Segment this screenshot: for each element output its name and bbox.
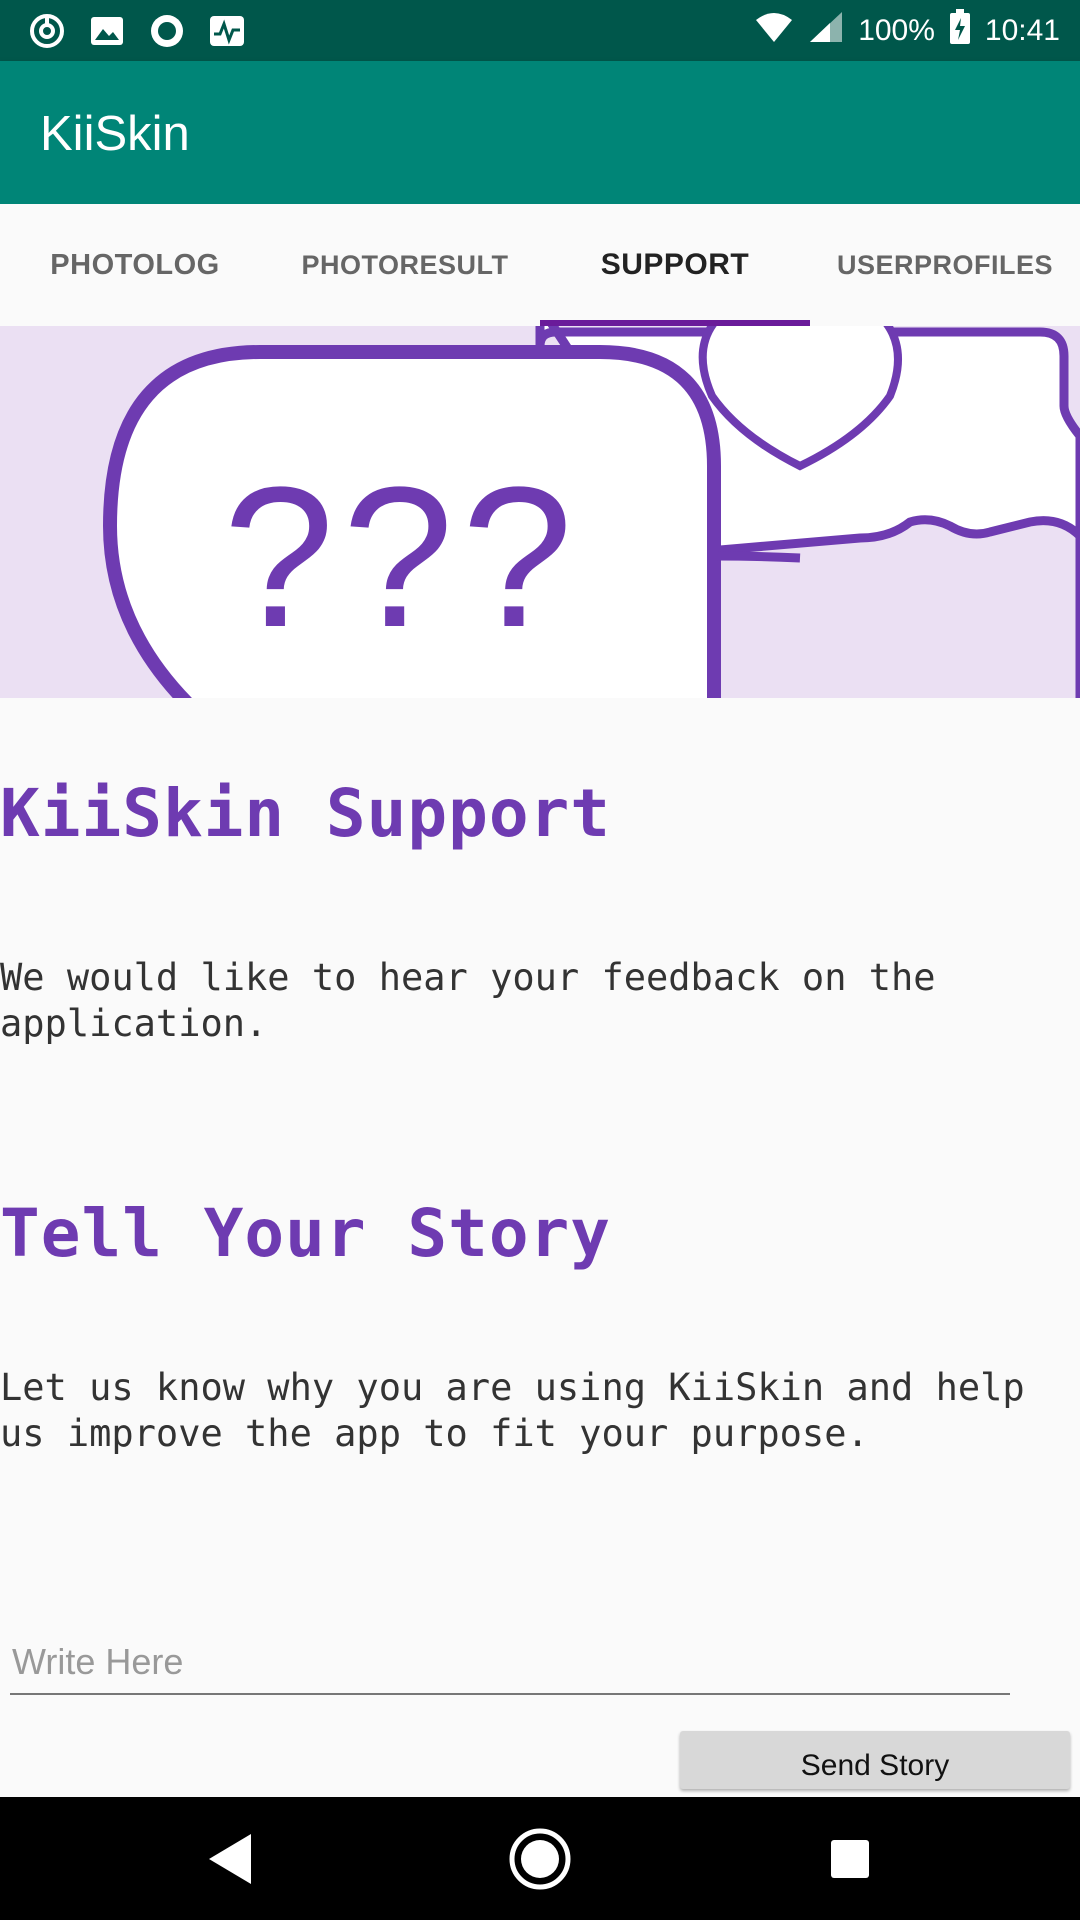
- activity-icon: [208, 12, 246, 50]
- send-story-button[interactable]: Send Story: [680, 1731, 1070, 1789]
- tab-photolog[interactable]: PHOTOLOG: [0, 204, 270, 326]
- story-title: Tell Your Story: [0, 1195, 612, 1272]
- support-description: We would like to hear your feedback on t…: [0, 955, 1080, 1047]
- system-navigation-bar: [0, 1797, 1080, 1920]
- vpn-spiral-icon: [28, 12, 66, 50]
- tab-userprofiles[interactable]: USERPROFILES: [810, 204, 1080, 326]
- tab-support[interactable]: SUPPORT: [540, 204, 810, 326]
- battery-percent: 100%: [858, 13, 935, 47]
- record-icon: [148, 12, 186, 50]
- story-description-line1: Let us know why you are using KiiSkin an…: [0, 1366, 1025, 1409]
- signal-icon: [808, 10, 844, 52]
- support-description-line2: application.: [0, 1002, 268, 1045]
- tab-bar: PHOTOLOG PHOTORESULT SUPPORT USERPROFILE…: [0, 204, 1080, 326]
- tab-support-label: SUPPORT: [600, 248, 750, 281]
- story-input[interactable]: [10, 1630, 1010, 1693]
- status-bar: 100% 10:41: [0, 0, 1080, 61]
- app-title: KiiSkin: [40, 107, 190, 161]
- home-icon[interactable]: [508, 1827, 572, 1891]
- back-icon[interactable]: [198, 1827, 262, 1891]
- image-icon: [88, 12, 126, 50]
- battery-charging-icon: [949, 8, 971, 53]
- app-bar: KiiSkin: [0, 61, 1080, 204]
- question-marks: ???: [223, 446, 581, 669]
- support-banner-image: ???: [0, 326, 1080, 698]
- story-description: Let us know why you are using KiiSkin an…: [0, 1365, 1080, 1457]
- wifi-icon: [754, 10, 794, 52]
- story-input-container: [10, 1630, 1010, 1695]
- clock-time: 10:41: [984, 13, 1060, 47]
- support-description-line1: We would like to hear your feedback on t…: [0, 956, 936, 999]
- tab-photoresult[interactable]: PHOTORESULT: [270, 204, 540, 326]
- support-title: KiiSkin Support: [0, 775, 612, 852]
- story-description-line2: us improve the app to fit your purpose.: [0, 1412, 869, 1455]
- recents-icon[interactable]: [818, 1827, 882, 1891]
